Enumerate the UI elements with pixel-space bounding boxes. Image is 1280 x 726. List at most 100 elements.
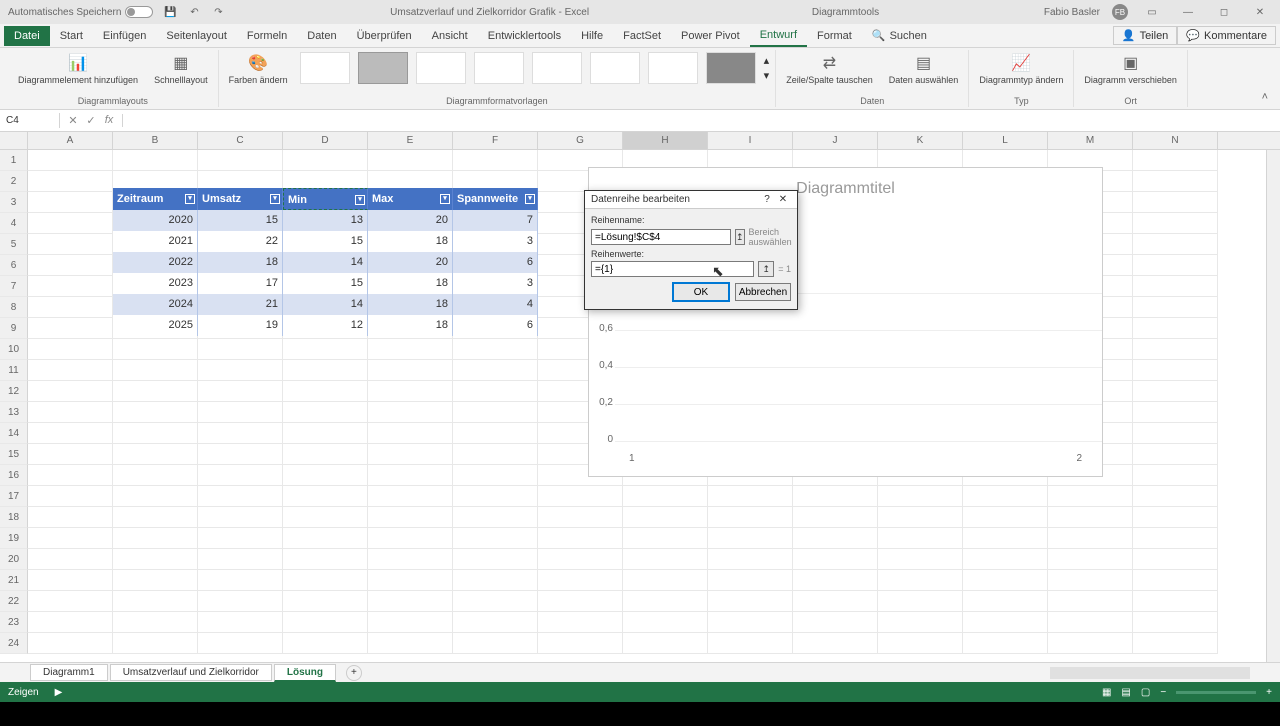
table-row[interactable]: 20221814206 <box>113 252 538 273</box>
sheet-tab[interactable]: Umsatzverlauf und Zielkorridor <box>110 664 272 681</box>
row-header[interactable]: 21 <box>0 570 28 591</box>
row-header[interactable]: 15 <box>0 444 28 465</box>
table-header[interactable]: Min▾ <box>283 188 368 210</box>
select-all-corner[interactable] <box>0 132 28 149</box>
row-header[interactable]: 8 <box>0 297 28 318</box>
row-header[interactable]: 9 <box>0 318 28 339</box>
zoom-in-icon[interactable]: + <box>1266 687 1272 698</box>
view-normal-icon[interactable]: ▦ <box>1102 687 1111 698</box>
col-header[interactable]: B <box>113 132 198 149</box>
sheet-tab[interactable]: Lösung <box>274 664 336 682</box>
close-icon[interactable]: ✕ <box>775 194 791 205</box>
tab-powerpivot[interactable]: Power Pivot <box>671 26 750 46</box>
col-header[interactable]: N <box>1133 132 1218 149</box>
row-header[interactable]: 24 <box>0 633 28 654</box>
tab-daten[interactable]: Daten <box>297 26 346 46</box>
col-header[interactable]: F <box>453 132 538 149</box>
filter-icon[interactable]: ▾ <box>440 194 450 204</box>
quick-layout-button[interactable]: ▦Schnelllayout <box>150 50 212 88</box>
select-data-button[interactable]: ▤Daten auswählen <box>885 50 963 88</box>
filter-icon[interactable]: ▾ <box>355 195 365 205</box>
chart-style-1[interactable] <box>300 52 350 84</box>
row-header[interactable]: 23 <box>0 612 28 633</box>
horizontal-scrollbar[interactable] <box>1050 667 1250 679</box>
tab-hilfe[interactable]: Hilfe <box>571 26 613 46</box>
tab-seitenlayout[interactable]: Seitenlayout <box>156 26 237 46</box>
row-header[interactable]: 2 <box>0 171 28 192</box>
collapse-ribbon-icon[interactable]: ˄ <box>1258 87 1272 107</box>
add-chart-element-button[interactable]: 📊Diagrammelement hinzufügen <box>14 50 142 88</box>
style-scroll-up[interactable]: ▴ <box>764 54 770 67</box>
tab-format[interactable]: Format <box>807 26 862 46</box>
series-values-input[interactable] <box>591 261 754 277</box>
cancel-formula-icon[interactable]: ✕ <box>66 114 80 127</box>
autosave-toggle[interactable]: Automatisches Speichern <box>8 6 153 18</box>
table-row[interactable]: 20251912186 <box>113 315 538 336</box>
col-header[interactable]: C <box>198 132 283 149</box>
range-picker-icon[interactable]: ↥ <box>735 229 745 245</box>
col-header[interactable]: D <box>283 132 368 149</box>
tab-entwicklertools[interactable]: Entwicklertools <box>478 26 571 46</box>
add-sheet-button[interactable]: + <box>346 665 362 681</box>
row-header[interactable]: 16 <box>0 465 28 486</box>
fx-icon[interactable]: fx <box>102 114 116 127</box>
close-icon[interactable]: ✕ <box>1248 4 1272 20</box>
share-button[interactable]: 👤 Teilen <box>1113 26 1177 45</box>
chart-style-2[interactable] <box>358 52 408 84</box>
zoom-slider[interactable] <box>1176 691 1256 694</box>
tab-ueberpruefen[interactable]: Überprüfen <box>347 26 422 46</box>
table-header[interactable]: Zeitraum▾ <box>113 188 198 210</box>
row-header[interactable]: 20 <box>0 549 28 570</box>
filter-icon[interactable]: ▾ <box>185 194 195 204</box>
row-header[interactable]: 11 <box>0 360 28 381</box>
row-header[interactable]: 19 <box>0 528 28 549</box>
chart-style-3[interactable] <box>416 52 466 84</box>
change-chart-type-button[interactable]: 📈Diagrammtyp ändern <box>975 50 1067 88</box>
chart-style-7[interactable] <box>648 52 698 84</box>
row-header[interactable]: 22 <box>0 591 28 612</box>
chart-style-5[interactable] <box>532 52 582 84</box>
chart-style-4[interactable] <box>474 52 524 84</box>
comments-button[interactable]: 💬 Kommentare <box>1177 26 1276 45</box>
switch-row-col-button[interactable]: ⇄Zeile/Spalte tauschen <box>782 50 877 88</box>
vertical-scrollbar[interactable] <box>1266 150 1280 662</box>
row-header[interactable]: 3 <box>0 192 28 213</box>
row-header[interactable]: 14 <box>0 423 28 444</box>
col-header[interactable]: E <box>368 132 453 149</box>
minimize-icon[interactable]: ▭ <box>1140 4 1164 20</box>
table-row[interactable]: 20231715183 <box>113 273 538 294</box>
col-header[interactable]: M <box>1048 132 1133 149</box>
view-break-icon[interactable]: ▢ <box>1141 687 1150 698</box>
row-header[interactable]: 1 <box>0 150 28 171</box>
tab-ansicht[interactable]: Ansicht <box>422 26 478 46</box>
redo-icon[interactable]: ↷ <box>211 5 225 19</box>
row-header[interactable]: 12 <box>0 381 28 402</box>
row-header[interactable]: 13 <box>0 402 28 423</box>
chart-style-8[interactable] <box>706 52 756 84</box>
restore-icon[interactable]: ◻ <box>1212 4 1236 20</box>
cancel-button[interactable]: Abbrechen <box>735 283 791 301</box>
chart-style-6[interactable] <box>590 52 640 84</box>
row-header[interactable]: 10 <box>0 339 28 360</box>
accept-formula-icon[interactable]: ✓ <box>84 114 98 127</box>
row-header[interactable]: 7 <box>0 276 28 297</box>
col-header[interactable]: J <box>793 132 878 149</box>
table-row[interactable]: 20201513207 <box>113 210 538 231</box>
sheet-tab[interactable]: Diagramm1 <box>30 664 108 681</box>
tab-einfuegen[interactable]: Einfügen <box>93 26 156 46</box>
table-row[interactable]: 20212215183 <box>113 231 538 252</box>
col-header[interactable]: I <box>708 132 793 149</box>
move-chart-button[interactable]: ▣Diagramm verschieben <box>1080 50 1181 88</box>
series-name-input[interactable] <box>591 229 731 245</box>
filter-icon[interactable]: ▾ <box>525 194 535 204</box>
range-picker-icon[interactable]: ↥ <box>758 261 774 277</box>
search-box[interactable]: 🔍 Suchen <box>862 25 937 46</box>
col-header[interactable]: H <box>623 132 708 149</box>
zoom-out-icon[interactable]: − <box>1160 687 1166 698</box>
col-header[interactable]: G <box>538 132 623 149</box>
style-scroll-down[interactable]: ▾ <box>764 69 770 82</box>
row-header[interactable]: 5 <box>0 234 28 255</box>
col-header[interactable]: K <box>878 132 963 149</box>
change-colors-button[interactable]: 🎨Farben ändern <box>225 50 292 88</box>
macro-icon[interactable]: ▶ <box>55 687 63 698</box>
